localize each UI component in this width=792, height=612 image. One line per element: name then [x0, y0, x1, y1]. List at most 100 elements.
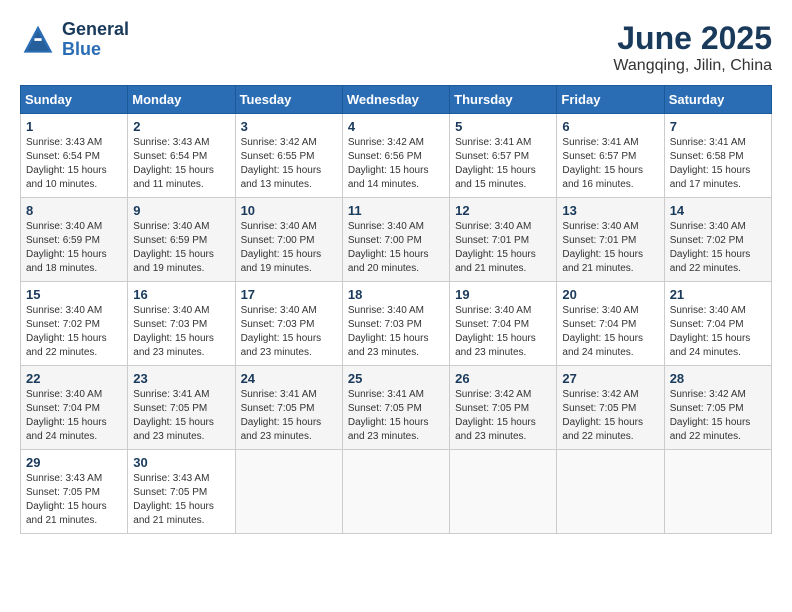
day-cell: 24 Sunrise: 3:41 AM Sunset: 7:05 PM Dayli… — [235, 366, 342, 450]
day-info: Sunrise: 3:41 AM Sunset: 7:05 PM Dayligh… — [133, 388, 229, 444]
header-sunday: Sunday — [21, 86, 128, 114]
day-number: 26 — [455, 371, 551, 386]
day-cell: 27Sunrise: 3:42 AM Sunset: 7:05 PM Dayli… — [557, 366, 664, 450]
day-info: Sunrise: 3:40 AM Sunset: 7:03 PM Dayligh… — [348, 304, 444, 360]
day-cell: 25 Sunrise: 3:41 AM Sunset: 7:05 PM Dayli… — [342, 366, 449, 450]
day-number: 25 — [348, 371, 444, 386]
day-number: 5 — [455, 119, 551, 134]
day-number: 17 — [241, 287, 337, 302]
title-area: June 2025 Wangqing, Jilin, China — [613, 20, 772, 75]
day-cell: 28 Sunrise: 3:42 AM Sunset: 7:05 PM Dayli… — [664, 366, 771, 450]
day-number: 14 — [670, 203, 766, 218]
day-number: 20 — [562, 287, 658, 302]
day-info: Sunrise: 3:40 AM Sunset: 7:01 PM Dayligh… — [562, 220, 658, 276]
week-row-5: 29 Sunrise: 3:43 AM Sunset: 7:05 PM Dayli… — [21, 450, 772, 534]
week-row-2: 8 Sunrise: 3:40 AM Sunset: 6:59 PM Daylig… — [21, 198, 772, 282]
day-number: 2 — [133, 119, 229, 134]
header-monday: Monday — [128, 86, 235, 114]
day-number: 29 — [26, 455, 122, 470]
week-row-1: 1 Sunrise: 3:43 AM Sunset: 6:54 PM Daylig… — [21, 114, 772, 198]
day-number: 10 — [241, 203, 337, 218]
day-cell — [557, 450, 664, 534]
day-number: 7 — [670, 119, 766, 134]
logo-icon — [20, 22, 56, 58]
day-number: 24 — [241, 371, 337, 386]
header-saturday: Saturday — [664, 86, 771, 114]
calendar-table: SundayMondayTuesdayWednesdayThursdayFrid… — [20, 85, 772, 534]
day-cell — [342, 450, 449, 534]
header-tuesday: Tuesday — [235, 86, 342, 114]
day-cell: 10 Sunrise: 3:40 AM Sunset: 7:00 PM Dayli… — [235, 198, 342, 282]
day-info: Sunrise: 3:43 AM Sunset: 7:05 PM Dayligh… — [133, 472, 229, 528]
day-info: Sunrise: 3:40 AM Sunset: 6:59 PM Dayligh… — [133, 220, 229, 276]
day-info: Sunrise: 3:41 AM Sunset: 7:05 PM Dayligh… — [241, 388, 337, 444]
day-cell: 12 Sunrise: 3:40 AM Sunset: 7:01 PM Dayli… — [450, 198, 557, 282]
day-info: Sunrise: 3:40 AM Sunset: 7:02 PM Dayligh… — [26, 304, 122, 360]
day-number: 8 — [26, 203, 122, 218]
day-number: 19 — [455, 287, 551, 302]
day-number: 23 — [133, 371, 229, 386]
day-cell: 13Sunrise: 3:40 AM Sunset: 7:01 PM Dayli… — [557, 198, 664, 282]
calendar-title: June 2025 — [613, 20, 772, 57]
day-info: Sunrise: 3:40 AM Sunset: 7:03 PM Dayligh… — [241, 304, 337, 360]
day-info: Sunrise: 3:40 AM Sunset: 7:01 PM Dayligh… — [455, 220, 551, 276]
day-cell: 7Sunrise: 3:41 AM Sunset: 6:58 PM Daylig… — [664, 114, 771, 198]
day-info: Sunrise: 3:41 AM Sunset: 7:05 PM Dayligh… — [348, 388, 444, 444]
day-cell — [664, 450, 771, 534]
day-info: Sunrise: 3:43 AM Sunset: 6:54 PM Dayligh… — [26, 136, 122, 192]
day-info: Sunrise: 3:40 AM Sunset: 7:04 PM Dayligh… — [26, 388, 122, 444]
day-info: Sunrise: 3:42 AM Sunset: 7:05 PM Dayligh… — [455, 388, 551, 444]
day-cell: 26 Sunrise: 3:42 AM Sunset: 7:05 PM Dayli… — [450, 366, 557, 450]
week-row-4: 22 Sunrise: 3:40 AM Sunset: 7:04 PM Dayli… — [21, 366, 772, 450]
day-info: Sunrise: 3:40 AM Sunset: 7:04 PM Dayligh… — [562, 304, 658, 360]
day-cell: 19 Sunrise: 3:40 AM Sunset: 7:04 PM Dayli… — [450, 282, 557, 366]
day-info: Sunrise: 3:40 AM Sunset: 7:04 PM Dayligh… — [670, 304, 766, 360]
day-info: Sunrise: 3:40 AM Sunset: 7:03 PM Dayligh… — [133, 304, 229, 360]
day-cell — [235, 450, 342, 534]
day-info: Sunrise: 3:40 AM Sunset: 6:59 PM Dayligh… — [26, 220, 122, 276]
day-info: Sunrise: 3:40 AM Sunset: 7:00 PM Dayligh… — [241, 220, 337, 276]
day-cell: 4Sunrise: 3:42 AM Sunset: 6:56 PM Daylig… — [342, 114, 449, 198]
day-cell: 14 Sunrise: 3:40 AM Sunset: 7:02 PM Dayli… — [664, 198, 771, 282]
day-number: 9 — [133, 203, 229, 218]
day-cell: 3Sunrise: 3:42 AM Sunset: 6:55 PM Daylig… — [235, 114, 342, 198]
day-cell: 15 Sunrise: 3:40 AM Sunset: 7:02 PM Dayli… — [21, 282, 128, 366]
day-number: 18 — [348, 287, 444, 302]
day-number: 12 — [455, 203, 551, 218]
day-cell: 30 Sunrise: 3:43 AM Sunset: 7:05 PM Dayli… — [128, 450, 235, 534]
day-cell: 17 Sunrise: 3:40 AM Sunset: 7:03 PM Dayli… — [235, 282, 342, 366]
day-number: 1 — [26, 119, 122, 134]
day-info: Sunrise: 3:42 AM Sunset: 7:05 PM Dayligh… — [670, 388, 766, 444]
week-row-3: 15 Sunrise: 3:40 AM Sunset: 7:02 PM Dayli… — [21, 282, 772, 366]
day-cell: 16Sunrise: 3:40 AM Sunset: 7:03 PM Dayli… — [128, 282, 235, 366]
header-friday: Friday — [557, 86, 664, 114]
day-cell: 8 Sunrise: 3:40 AM Sunset: 6:59 PM Daylig… — [21, 198, 128, 282]
day-number: 28 — [670, 371, 766, 386]
day-info: Sunrise: 3:40 AM Sunset: 7:04 PM Dayligh… — [455, 304, 551, 360]
day-cell: 5 Sunrise: 3:41 AM Sunset: 6:57 PM Daylig… — [450, 114, 557, 198]
day-cell: 2Sunrise: 3:43 AM Sunset: 6:54 PM Daylig… — [128, 114, 235, 198]
day-number: 22 — [26, 371, 122, 386]
day-cell: 18 Sunrise: 3:40 AM Sunset: 7:03 PM Dayli… — [342, 282, 449, 366]
day-cell: 11 Sunrise: 3:40 AM Sunset: 7:00 PM Dayli… — [342, 198, 449, 282]
day-number: 11 — [348, 203, 444, 218]
day-number: 30 — [133, 455, 229, 470]
day-number: 6 — [562, 119, 658, 134]
calendar-subtitle: Wangqing, Jilin, China — [613, 57, 772, 75]
day-info: Sunrise: 3:42 AM Sunset: 6:56 PM Dayligh… — [348, 136, 444, 192]
day-cell: 21Sunrise: 3:40 AM Sunset: 7:04 PM Dayli… — [664, 282, 771, 366]
header-wednesday: Wednesday — [342, 86, 449, 114]
logo: General Blue — [20, 20, 129, 60]
day-number: 27 — [562, 371, 658, 386]
day-info: Sunrise: 3:40 AM Sunset: 7:02 PM Dayligh… — [670, 220, 766, 276]
day-number: 15 — [26, 287, 122, 302]
day-info: Sunrise: 3:41 AM Sunset: 6:57 PM Dayligh… — [562, 136, 658, 192]
day-info: Sunrise: 3:40 AM Sunset: 7:00 PM Dayligh… — [348, 220, 444, 276]
day-cell: 20 Sunrise: 3:40 AM Sunset: 7:04 PM Dayli… — [557, 282, 664, 366]
day-cell: 9 Sunrise: 3:40 AM Sunset: 6:59 PM Daylig… — [128, 198, 235, 282]
header-thursday: Thursday — [450, 86, 557, 114]
day-cell — [450, 450, 557, 534]
logo-text: General Blue — [62, 20, 129, 60]
day-info: Sunrise: 3:41 AM Sunset: 6:57 PM Dayligh… — [455, 136, 551, 192]
day-number: 3 — [241, 119, 337, 134]
